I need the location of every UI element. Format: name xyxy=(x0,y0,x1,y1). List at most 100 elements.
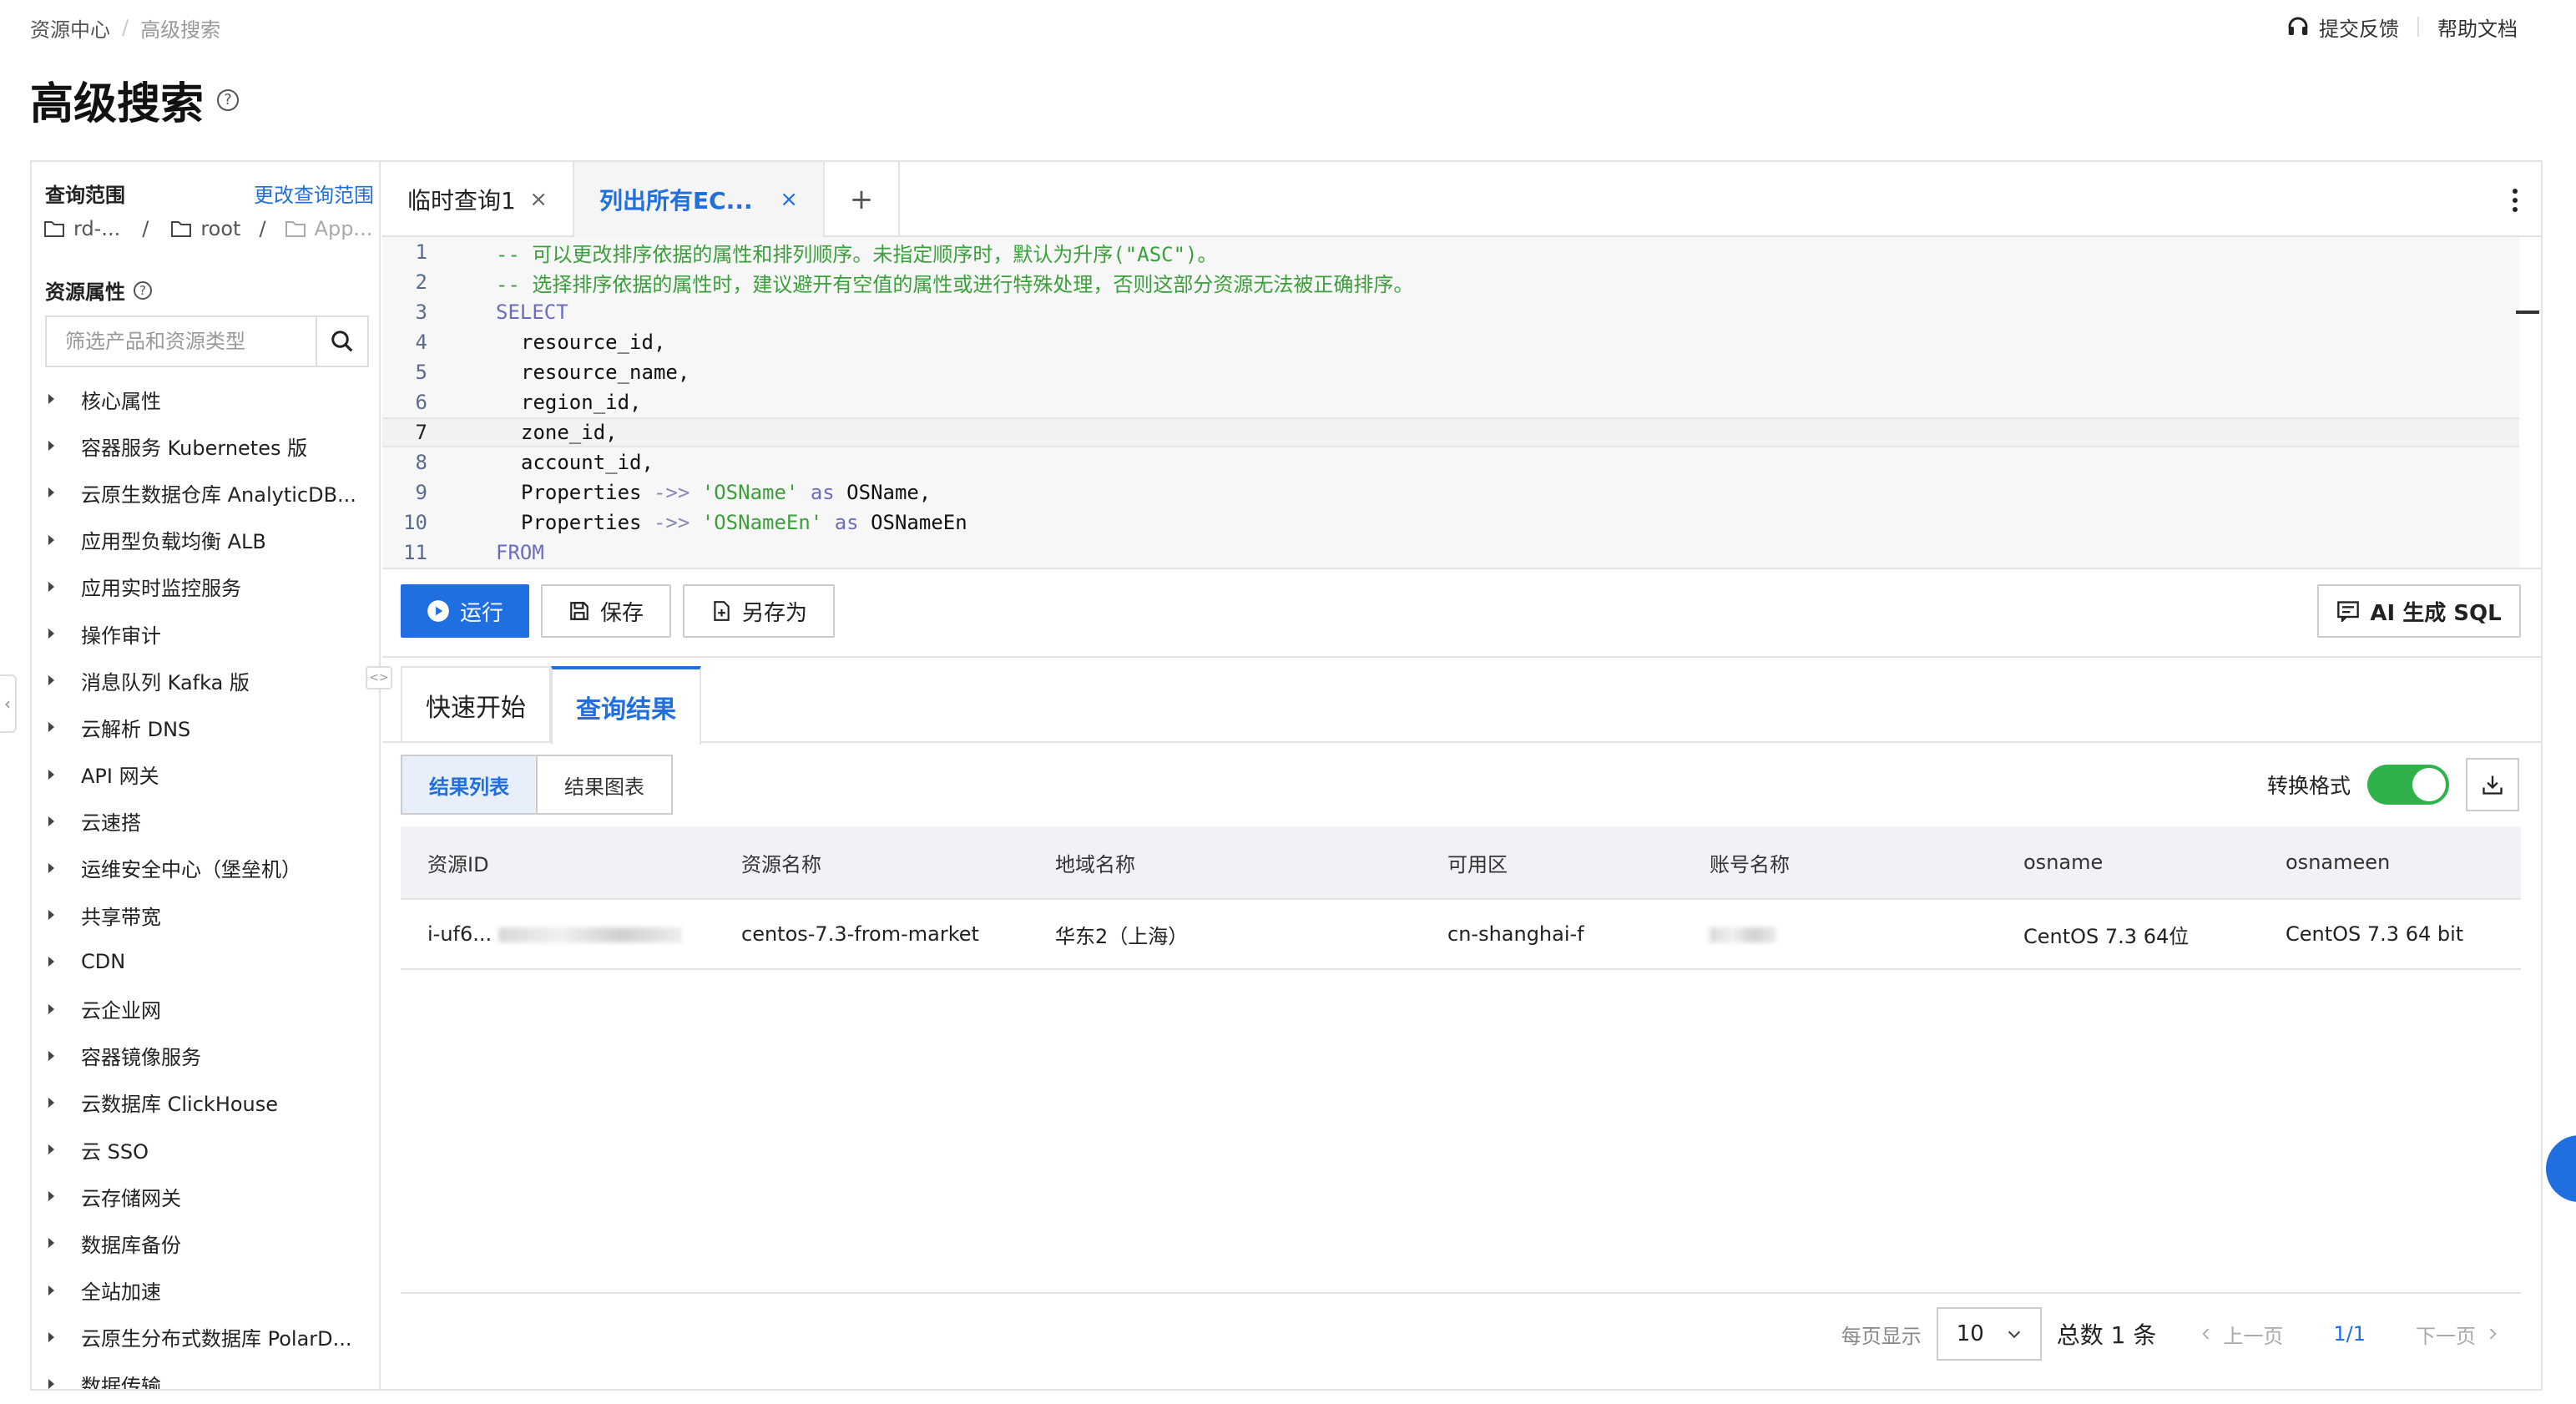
breadcrumb-root-link[interactable]: 资源中心 xyxy=(30,13,110,43)
tree-item[interactable]: CDN xyxy=(32,938,379,985)
tree-item[interactable]: 云企业网 xyxy=(32,985,379,1032)
sql-editor[interactable]: 1 -- 可以更改排序依据的属性和排列顺序。未指定顺序时，默认为升序("ASC")… xyxy=(382,237,2519,568)
change-scope-link[interactable]: 更改查询范围 xyxy=(254,179,374,208)
column-header[interactable]: 资源ID xyxy=(401,848,715,877)
tree-item[interactable]: 消息队列 Kafka 版 xyxy=(32,657,379,704)
ai-generate-sql-button[interactable]: AI 生成 SQL xyxy=(2317,584,2521,638)
scope-path-app[interactable]: App... xyxy=(315,217,373,240)
floating-assistant-button[interactable] xyxy=(2546,1135,2576,1202)
tree-item[interactable]: 应用实时监控服务 xyxy=(32,563,379,610)
caret-right-icon xyxy=(48,769,54,780)
close-icon[interactable]: × xyxy=(780,187,798,212)
tree-item[interactable]: 云数据库 ClickHouse xyxy=(32,1079,379,1126)
tree-item[interactable]: API 网关 xyxy=(32,751,379,798)
scope-path-root[interactable]: root xyxy=(200,217,240,240)
redacted-value xyxy=(498,927,682,942)
line-number: 11 xyxy=(403,541,427,564)
tab-quick-start[interactable]: 快速开始 xyxy=(401,666,551,743)
help-icon[interactable]: ? xyxy=(134,280,152,300)
page-title: 高级搜索 ? xyxy=(30,68,240,131)
tree-item[interactable]: 云 SSO xyxy=(32,1126,379,1173)
save-label: 保存 xyxy=(599,600,644,626)
table-cell: centos-7.3-from-market xyxy=(741,922,979,946)
prev-page-button[interactable]: 上一页 xyxy=(2198,1320,2283,1349)
code-operator: ->> xyxy=(653,481,690,504)
file-add-icon xyxy=(714,601,730,621)
column-header[interactable]: 资源名称 xyxy=(715,848,1028,877)
column-header[interactable]: 账号名称 xyxy=(1683,848,1997,877)
download-button[interactable] xyxy=(2466,758,2519,811)
caret-right-icon xyxy=(48,1097,54,1108)
folder-icon xyxy=(285,221,306,237)
page-indicator: 1/1 xyxy=(2333,1322,2366,1346)
per-page-select[interactable]: 10 xyxy=(1936,1307,2042,1361)
document-list-icon xyxy=(2337,601,2360,622)
result-chart-toggle[interactable]: 结果图表 xyxy=(538,756,671,813)
search-button[interactable] xyxy=(316,317,367,366)
scope-path-separator: / xyxy=(259,217,266,240)
scope-path: rd-... / root / App... xyxy=(43,217,372,240)
tab-query-results[interactable]: 查询结果 xyxy=(551,666,701,745)
caret-right-icon xyxy=(48,1285,54,1295)
caret-right-icon xyxy=(48,394,54,405)
tab-list-ecs[interactable]: 列出所有EC... × xyxy=(574,162,825,237)
tree-item-label: 数据传输 xyxy=(81,1374,161,1389)
more-options-icon[interactable] xyxy=(2503,184,2528,217)
resource-tree: 核心属性 容器服务 Kubernetes 版 云原生数据仓库 AnalyticD… xyxy=(32,376,379,1389)
result-list-toggle[interactable]: 结果列表 xyxy=(402,756,538,813)
tree-item[interactable]: 数据传输 xyxy=(32,1361,379,1389)
caret-right-icon xyxy=(48,722,54,733)
resource-attr-label: 资源属性 xyxy=(45,280,125,304)
scope-path-account[interactable]: rd-... xyxy=(73,217,120,240)
table-row[interactable]: i-uf6... centos-7.3-from-market 华东2（上海） … xyxy=(401,898,2521,970)
caret-right-icon xyxy=(48,487,54,498)
close-icon[interactable]: × xyxy=(529,187,548,212)
next-page-button[interactable]: 下一页 xyxy=(2416,1320,2501,1349)
convert-format-row: 转换格式 xyxy=(2267,755,2519,815)
resource-id: i-uf6... xyxy=(427,922,492,946)
tree-item[interactable]: 云速搭 xyxy=(32,798,379,845)
tree-item[interactable]: 容器镜像服务 xyxy=(32,1033,379,1079)
tab-temp-query[interactable]: 临时查询1 × xyxy=(382,162,574,237)
run-button[interactable]: 运行 xyxy=(401,584,529,638)
tree-item[interactable]: 数据库备份 xyxy=(32,1220,379,1266)
pagination: 每页显示 10 总数 1 条 上一页 1/1 下一页 xyxy=(1841,1307,2501,1361)
help-icon[interactable]: ? xyxy=(217,88,240,111)
tree-item[interactable]: 操作审计 xyxy=(32,610,379,657)
tree-item[interactable]: 云原生数据仓库 AnalyticDB... xyxy=(32,469,379,516)
convert-format-label: 转换格式 xyxy=(2266,774,2351,798)
tree-item[interactable]: 全站加速 xyxy=(32,1267,379,1314)
save-button[interactable]: 保存 xyxy=(541,584,671,638)
prev-page-label: 上一页 xyxy=(2223,1324,2284,1348)
tree-item[interactable]: 云原生分布式数据库 PolarD... xyxy=(32,1314,379,1361)
column-header[interactable]: osnameen xyxy=(2259,851,2521,874)
column-header[interactable]: 可用区 xyxy=(1421,848,1683,877)
convert-format-switch[interactable] xyxy=(2367,765,2449,805)
scope-path-separator: / xyxy=(142,217,149,240)
feedback-link[interactable]: 提交反馈 xyxy=(2319,13,2399,42)
save-icon xyxy=(570,602,588,620)
tree-item[interactable]: 共享带宽 xyxy=(32,891,379,938)
tree-item[interactable]: 运维安全中心（堡垒机） xyxy=(32,845,379,891)
tree-item[interactable]: 应用型负载均衡 ALB xyxy=(32,517,379,563)
product-filter-input[interactable] xyxy=(47,317,316,366)
code-operator: ->> xyxy=(653,511,690,534)
top-links: 提交反馈 帮助文档 xyxy=(2286,12,2518,42)
tree-item[interactable]: 云存储网关 xyxy=(32,1173,379,1220)
tree-item[interactable]: 云解析 DNS xyxy=(32,704,379,750)
sidebar-collapse-handle[interactable]: ‹ xyxy=(0,674,17,733)
column-header[interactable]: osname xyxy=(1997,851,2259,874)
line-number: 1 xyxy=(415,240,427,264)
save-as-button[interactable]: 另存为 xyxy=(683,584,835,638)
tree-item[interactable]: 核心属性 xyxy=(32,376,379,422)
resource-attr-header: 资源属性 ? xyxy=(45,275,152,305)
editor-scroll-marker[interactable] xyxy=(2516,311,2539,314)
folder-icon xyxy=(171,221,192,237)
column-header[interactable]: 地域名称 xyxy=(1028,848,1421,877)
tree-item[interactable]: 容器服务 Kubernetes 版 xyxy=(32,422,379,469)
add-tab-button[interactable]: + xyxy=(825,162,900,237)
tree-item-label: 云解析 DNS xyxy=(81,717,191,741)
code-line: 3 SELECT xyxy=(382,297,2519,327)
help-docs-link[interactable]: 帮助文档 xyxy=(2437,13,2518,42)
code-string: 'OSName' xyxy=(701,481,799,504)
